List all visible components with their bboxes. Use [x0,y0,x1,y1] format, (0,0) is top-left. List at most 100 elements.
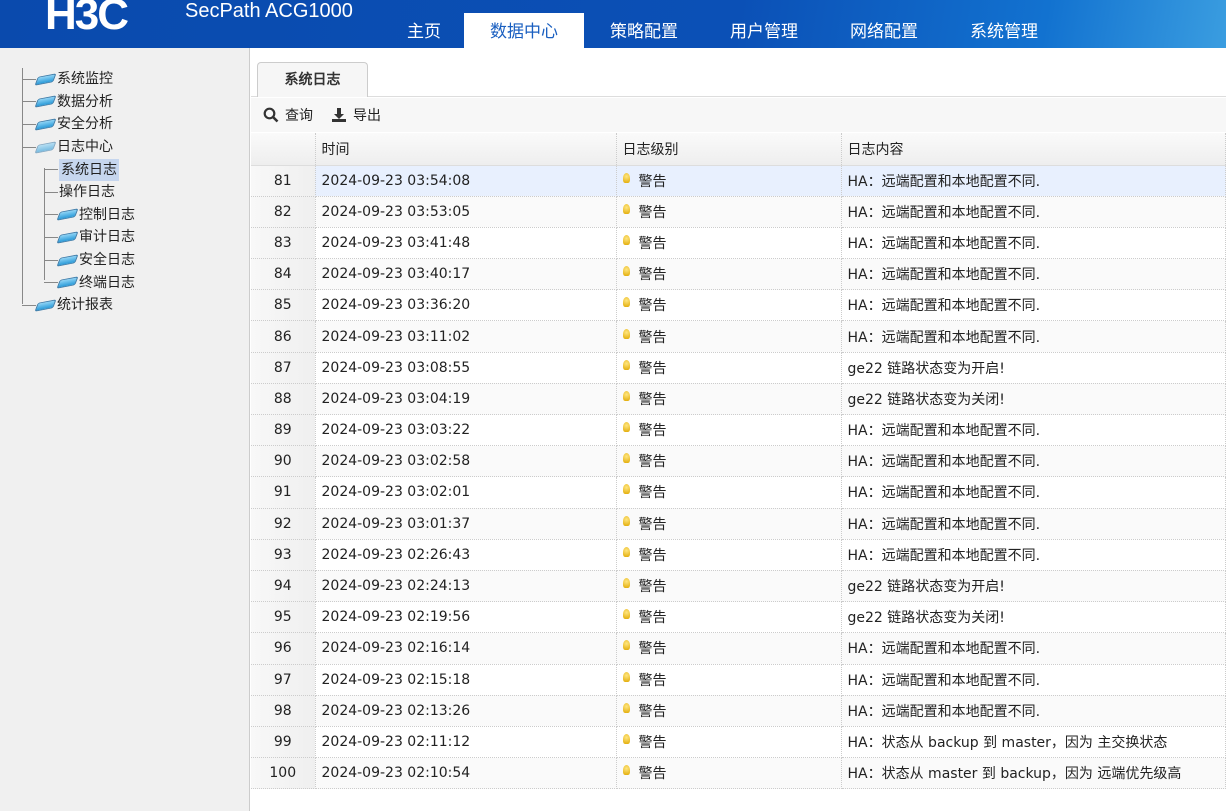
column-header-time[interactable]: 时间 [315,133,617,166]
nav-data-center[interactable]: 数据中心 [464,13,584,48]
index-header [251,133,316,166]
table-row[interactable]: 87 2024-09-23 03:08:55 警告 ge22 链路状态变为开启! [251,352,1226,384]
tree-reports[interactable]: 统计报表 [22,294,135,317]
row-index: 96 [251,632,316,665]
row-index: 87 [251,352,316,384]
nav-users[interactable]: 用户管理 [704,13,824,48]
folder-icon [34,299,57,312]
cell-time: 2024-09-23 03:40:17 [315,258,617,291]
tree-security-log[interactable]: 安全日志 [22,249,135,272]
column-header-content[interactable]: 日志内容 [841,133,1226,166]
cell-level: 警告 [616,289,842,322]
tree-label: 终端日志 [79,274,135,291]
tab-system-log[interactable]: 系统日志 [257,62,368,97]
lightbulb-icon [622,733,630,744]
row-index: 92 [251,508,316,540]
lightbulb-icon [622,671,630,682]
table-row[interactable]: 86 2024-09-23 03:11:02 警告 HA：远端配置和本地配置不同… [251,320,1226,353]
tree-label: 审计日志 [79,229,135,246]
table-row[interactable]: 92 2024-09-23 03:01:37 警告 HA：远端配置和本地配置不同… [251,508,1226,540]
table-row[interactable]: 95 2024-09-23 02:19:56 警告 ge22 链路状态变为关闭! [251,601,1226,634]
row-index: 90 [251,445,316,478]
cell-time: 2024-09-23 03:03:22 [315,414,617,447]
row-index: 98 [251,695,316,727]
tree-data-analysis[interactable]: 数据分析 [22,91,135,114]
cell-level: 警告 [616,695,842,727]
cell-level: 警告 [616,570,842,603]
cell-content: HA：远端配置和本地配置不同. [841,289,1226,322]
nav-system[interactable]: 系统管理 [944,13,1064,48]
level-text: 警告 [638,703,667,720]
table-row[interactable]: 94 2024-09-23 02:24:13 警告 ge22 链路状态变为开启! [251,570,1226,603]
cell-time: 2024-09-23 02:11:12 [315,726,617,759]
lightbulb-icon [622,359,630,370]
tree-log-center[interactable]: 日志中心 [22,136,135,159]
tree-operation-log[interactable]: 操作日志 [22,181,135,204]
cell-content: HA：状态从 backup 到 master，因为 主交换状态 [841,726,1226,759]
level-text: 警告 [638,235,667,252]
table-row[interactable]: 91 2024-09-23 03:02:01 警告 HA：远端配置和本地配置不同… [251,476,1226,509]
tree-system-monitor[interactable]: 系统监控 [22,68,135,91]
cell-time: 2024-09-23 03:02:58 [315,445,617,478]
tree-system-log[interactable]: 系统日志 [22,158,135,181]
cell-time: 2024-09-23 03:02:01 [315,476,617,509]
tree-control-log[interactable]: 控制日志 [22,204,135,227]
download-icon [332,108,346,122]
cell-content: HA：远端配置和本地配置不同. [841,632,1226,665]
table-row[interactable]: 89 2024-09-23 03:03:22 警告 HA：远端配置和本地配置不同… [251,414,1226,447]
level-text: 警告 [638,298,667,315]
cell-time: 2024-09-23 03:08:55 [315,352,617,384]
cell-level: 警告 [616,664,842,696]
query-button[interactable]: 查询 [263,105,313,125]
table-row[interactable]: 96 2024-09-23 02:16:14 警告 HA：远端配置和本地配置不同… [251,632,1226,665]
cell-time: 2024-09-23 03:11:02 [315,320,617,353]
tree-label: 安全分析 [57,116,113,133]
level-text: 警告 [638,485,667,502]
table-row[interactable]: 81 2024-09-23 03:54:08 警告 HA：远端配置和本地配置不同… [251,165,1226,197]
tree-label: 日志中心 [57,139,113,156]
lightbulb-icon [622,765,630,776]
column-header-level[interactable]: 日志级别 [616,133,842,166]
cell-content: HA：远端配置和本地配置不同. [841,539,1226,571]
cell-time: 2024-09-23 03:36:20 [315,289,617,322]
table-row[interactable]: 100 2024-09-23 02:10:54 警告 HA：状态从 master… [251,757,1226,790]
table-row[interactable]: 85 2024-09-23 03:36:20 警告 HA：远端配置和本地配置不同… [251,289,1226,322]
table-row[interactable]: 98 2024-09-23 02:13:26 警告 HA：远端配置和本地配置不同… [251,695,1226,727]
nav-policy[interactable]: 策略配置 [584,13,704,48]
cell-time: 2024-09-23 02:15:18 [315,664,617,696]
tree-label: 数据分析 [57,93,113,110]
table-row[interactable]: 90 2024-09-23 03:02:58 警告 HA：远端配置和本地配置不同… [251,445,1226,478]
cell-level: 警告 [616,320,842,353]
table-row[interactable]: 88 2024-09-23 03:04:19 警告 ge22 链路状态变为关闭! [251,383,1226,416]
cell-level: 警告 [616,601,842,634]
nav-network[interactable]: 网络配置 [824,13,944,48]
tree-terminal-log[interactable]: 终端日志 [22,271,135,294]
level-text: 警告 [638,454,667,471]
table-row[interactable]: 97 2024-09-23 02:15:18 警告 HA：远端配置和本地配置不同… [251,664,1226,696]
folder-icon [56,231,79,244]
tree-label: 统计报表 [57,297,113,314]
cell-content: HA：远端配置和本地配置不同. [841,445,1226,478]
table-row[interactable]: 93 2024-09-23 02:26:43 警告 HA：远端配置和本地配置不同… [251,539,1226,571]
tree-label: 系统日志 [59,158,119,181]
table-row[interactable]: 84 2024-09-23 03:40:17 警告 HA：远端配置和本地配置不同… [251,258,1226,291]
cell-level: 警告 [616,258,842,291]
lightbulb-icon [622,266,630,277]
table-row[interactable]: 83 2024-09-23 03:41:48 警告 HA：远端配置和本地配置不同… [251,227,1226,260]
tree-security-analysis[interactable]: 安全分析 [22,113,135,136]
table-row[interactable]: 82 2024-09-23 03:53:05 警告 HA：远端配置和本地配置不同… [251,196,1226,228]
table-row[interactable]: 99 2024-09-23 02:11:12 警告 HA：状态从 backup … [251,726,1226,759]
product-name: SecPath ACG1000 [185,0,353,22]
row-index: 97 [251,664,316,696]
tree-label: 控制日志 [79,206,135,223]
lightbulb-icon [622,297,630,308]
tree-audit-log[interactable]: 审计日志 [22,226,135,249]
row-index: 85 [251,289,316,322]
level-text: 警告 [638,610,667,627]
row-index: 89 [251,414,316,447]
cell-content: ge22 链路状态变为关闭! [841,601,1226,634]
lightbulb-icon [622,578,630,589]
export-button[interactable]: 导出 [331,105,381,125]
folder-icon [34,118,57,131]
nav-home[interactable]: 主页 [384,13,464,48]
